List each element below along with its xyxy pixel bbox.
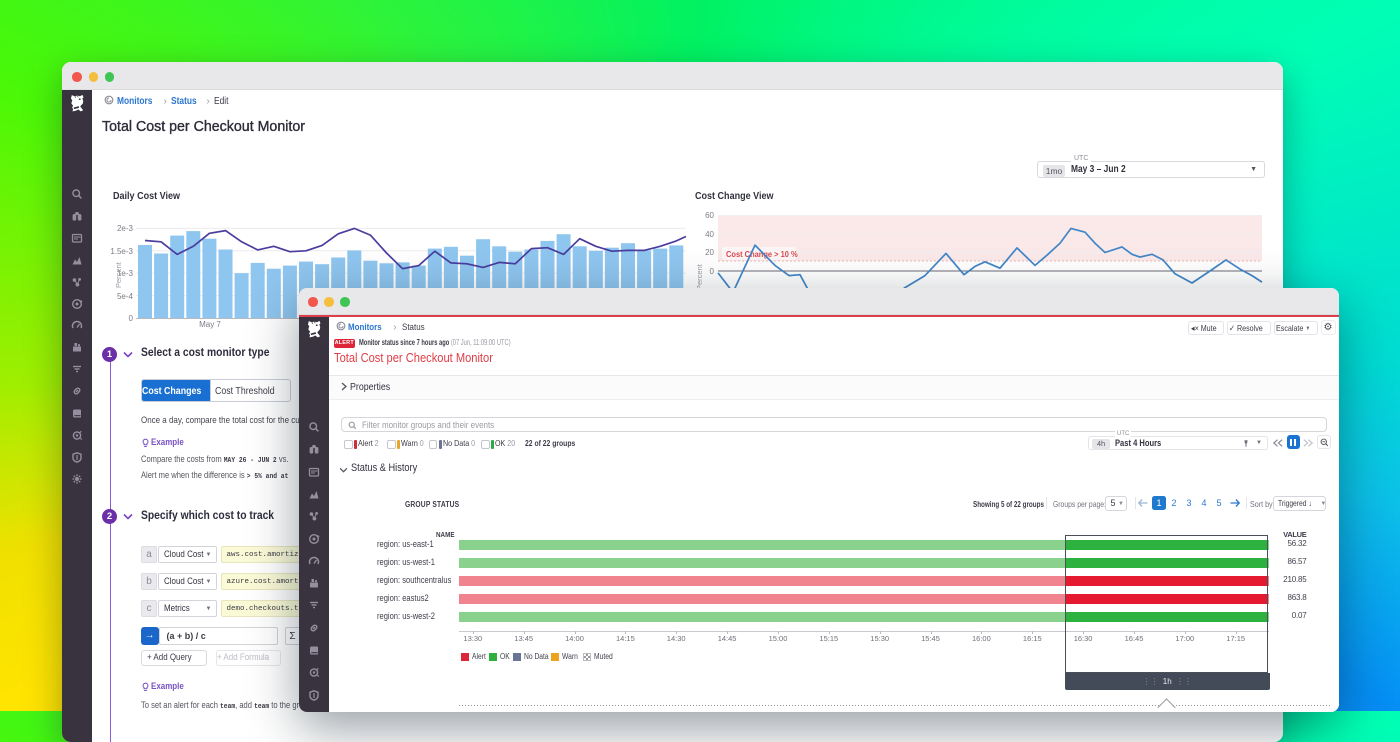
svg-text:May 7: May 7 [199, 320, 221, 329]
svg-text:2e-3: 2e-3 [117, 224, 134, 233]
svg-text:40: 40 [705, 230, 714, 239]
svg-text:1.5e-3: 1.5e-3 [110, 247, 133, 256]
svg-text:Cost Change View: Cost Change View [695, 190, 774, 202]
svg-text:5e-4: 5e-4 [117, 292, 134, 301]
svg-text:Daily Cost View: Daily Cost View [113, 190, 180, 202]
svg-text:0: 0 [129, 314, 134, 323]
svg-text:60: 60 [705, 211, 714, 220]
svg-text:20: 20 [705, 248, 714, 257]
svg-text:Percent: Percent [114, 261, 123, 288]
svg-text:Percent: Percent [695, 263, 704, 290]
svg-text:0: 0 [710, 267, 715, 276]
